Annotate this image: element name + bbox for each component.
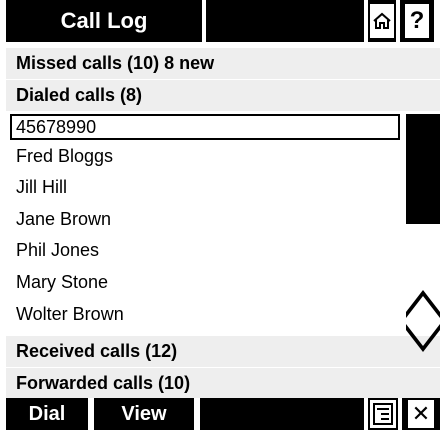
help-button[interactable]: ? <box>400 0 434 42</box>
list-item-missed-calls[interactable]: Missed calls (10) 8 new <box>6 48 440 79</box>
list-item-dialed-entry[interactable]: Jill Hill <box>6 172 402 203</box>
page-title: Call Log <box>6 0 202 42</box>
list-item-dialed-entry[interactable]: Fred Bloggs <box>6 141 402 172</box>
list-item-dialed-entry[interactable]: 45678990 <box>10 114 400 140</box>
menu-button[interactable] <box>368 398 398 430</box>
home-icon <box>370 4 394 38</box>
softkey-bar: Dial View ✕ <box>0 398 440 430</box>
view-button[interactable]: View <box>94 398 194 430</box>
list-item-dialed-entry[interactable]: Phil Jones <box>6 235 402 266</box>
chevron-up-icon <box>406 290 440 318</box>
dial-button[interactable]: Dial <box>6 398 88 430</box>
home-button[interactable] <box>368 0 396 42</box>
menu-icon <box>370 400 396 428</box>
chevron-down-icon <box>406 324 440 352</box>
list-item-received-calls[interactable]: Received calls (12) <box>6 336 440 367</box>
title-bar: Call Log ? <box>0 0 440 44</box>
title-spacer <box>206 0 364 42</box>
call-log-list: Missed calls (10) 8 new Dialed calls (8)… <box>6 46 440 399</box>
list-item-dialed-entry[interactable]: Jane Brown <box>6 204 402 235</box>
list-item-dialed-entry[interactable]: Wolter Brown <box>6 299 402 330</box>
list-item-dialed-entry[interactable]: Mary Stone <box>6 267 402 298</box>
scroll-up-button[interactable] <box>406 290 440 318</box>
help-icon: ? <box>405 4 429 38</box>
list-item-forwarded-calls[interactable]: Forwarded calls (10) <box>6 368 440 399</box>
close-icon: ✕ <box>408 400 434 428</box>
scroll-down-button[interactable] <box>406 324 440 352</box>
softkey-spacer <box>200 398 364 430</box>
scrollbar-thumb[interactable] <box>406 114 440 224</box>
list-item-dialed-calls[interactable]: Dialed calls (8) <box>6 80 440 111</box>
close-button[interactable]: ✕ <box>402 398 440 430</box>
